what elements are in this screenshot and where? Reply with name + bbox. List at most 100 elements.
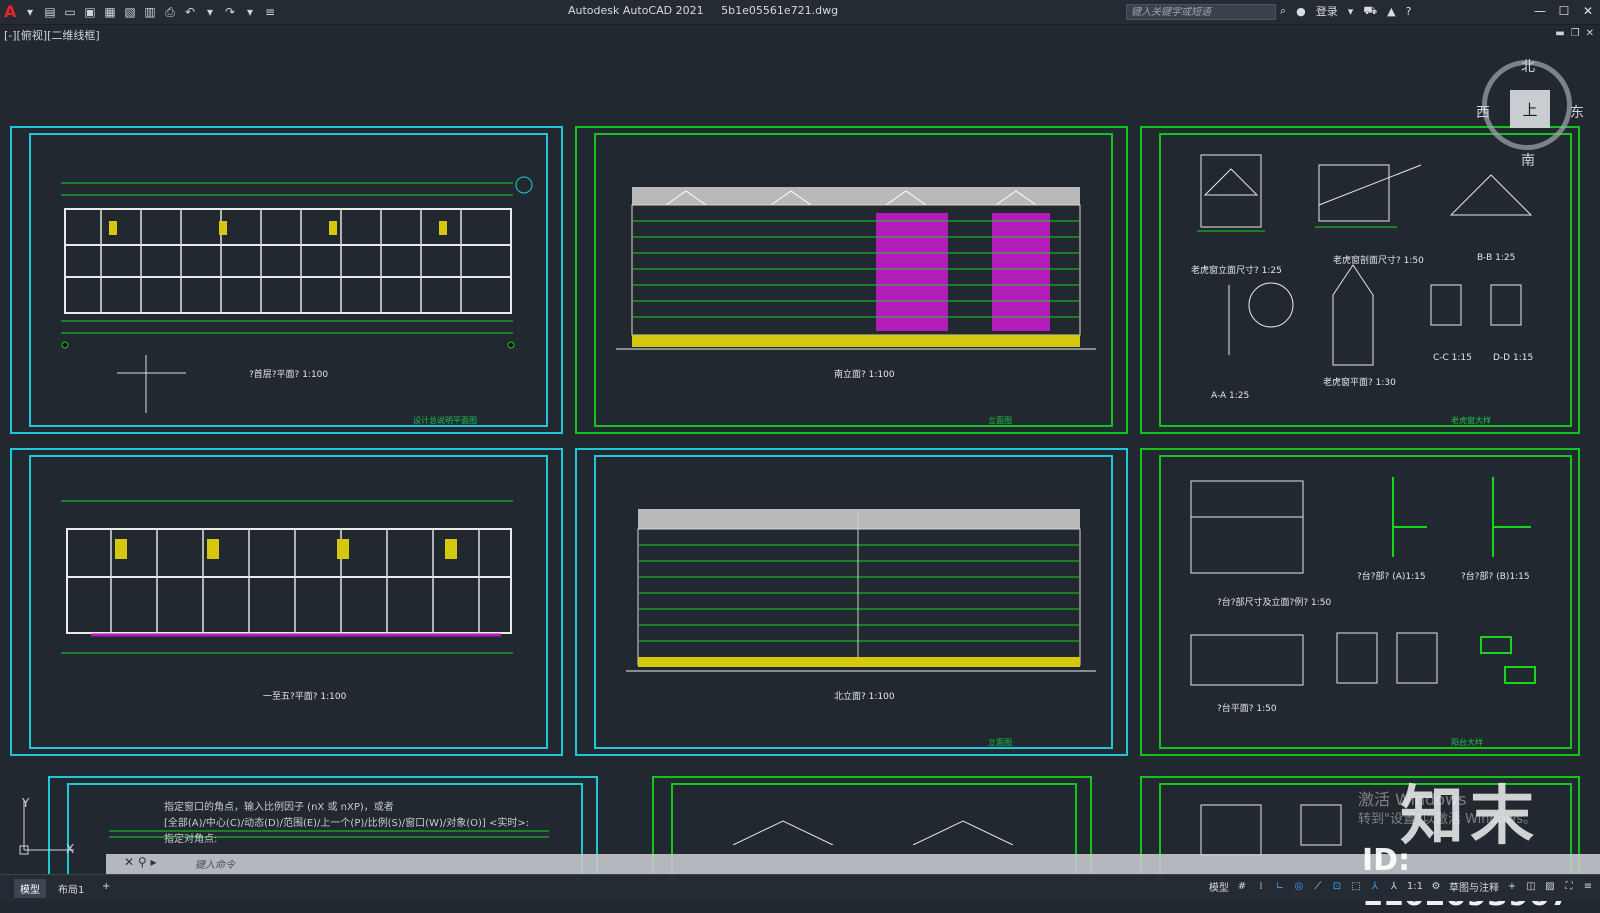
isolate-icon[interactable]: ◫: [1525, 881, 1537, 892]
fullscreen-icon[interactable]: ⛶: [1563, 881, 1575, 892]
viewport-minimize-icon[interactable]: ▬: [1555, 28, 1564, 39]
customize-icon[interactable]: ≡: [262, 4, 278, 20]
annotation-icon[interactable]: ⅄: [1369, 881, 1381, 892]
viewport-close-icon[interactable]: ✕: [1586, 28, 1594, 39]
a360-icon[interactable]: ▲: [1387, 5, 1395, 18]
hardware-icon[interactable]: ▨: [1544, 881, 1556, 892]
viewport-label[interactable]: [-][俯视][二维线框]: [4, 27, 100, 43]
sheet-caption: 一至五?平面? 1:100: [263, 692, 347, 702]
help-icon[interactable]: ?: [1406, 5, 1412, 18]
file-name: 5b1e05561e721.dwg: [721, 4, 839, 17]
annotation-scale[interactable]: 1:1: [1407, 881, 1423, 892]
viewcube-north[interactable]: 北: [1521, 56, 1535, 76]
tab-model[interactable]: 模型: [14, 879, 46, 898]
close-icon[interactable]: ✕: [1576, 0, 1600, 22]
sheet-ground-floor-plan[interactable]: ?首层?平面? 1:100 设计总说明平面图: [10, 126, 563, 434]
grid-icon[interactable]: #: [1236, 881, 1248, 892]
quick-access-toolbar: A ▾ ▤ ▭ ▣ ▦ ▧ ▥ ⎙ ↶ ▾ ↷ ▾ ≡: [0, 0, 278, 24]
maximize-icon[interactable]: ☐: [1552, 0, 1576, 22]
gear-icon[interactable]: ⚙: [1430, 881, 1442, 892]
customize-status-icon[interactable]: ≡: [1582, 881, 1594, 892]
polar-icon[interactable]: ◎: [1293, 881, 1305, 892]
login-link[interactable]: 登录: [1316, 3, 1338, 19]
caption-dormer-elevation: 老虎窗立面尺寸? 1:25: [1191, 266, 1282, 276]
sheet-typical-floor-plan[interactable]: 一至五?平面? 1:100: [10, 448, 563, 756]
sheet-inner-frame: 一至五?平面? 1:100: [29, 455, 548, 749]
viewcube-east[interactable]: 东: [1570, 102, 1584, 122]
saveas-icon[interactable]: ▦: [102, 4, 118, 20]
autocad-logo[interactable]: A: [4, 3, 18, 21]
sheet-title-label: 设计总说明平面图: [413, 416, 477, 425]
dropdown-icon[interactable]: ▾: [22, 4, 38, 20]
publish-icon[interactable]: ▧: [122, 4, 138, 20]
window-controls: — ☐ ✕: [1528, 0, 1600, 22]
caption-dormer-plan: 老虎窗平面? 1:30: [1323, 378, 1396, 388]
search-icon[interactable]: ⌕: [1280, 4, 1286, 18]
sheet-title-label: 立面图: [988, 416, 1012, 425]
add-layout-icon[interactable]: +: [96, 879, 116, 894]
undo-icon[interactable]: ↶: [182, 4, 198, 20]
caption-balcony-elevation: ?台?部尺寸及立面?例? 1:50: [1217, 598, 1332, 608]
minimize-icon[interactable]: —: [1528, 0, 1552, 22]
north-elevation-drawing: [626, 509, 1096, 672]
sheet-inner-frame: 北立面? 1:100 立面图: [594, 455, 1113, 749]
south-elevation-drawing: [616, 187, 1096, 350]
viewport-restore-icon[interactable]: ❐: [1571, 28, 1580, 39]
new-icon[interactable]: ▤: [42, 4, 58, 20]
caption-cc: C-C 1:15: [1433, 353, 1472, 363]
viewcube-west[interactable]: 西: [1476, 102, 1490, 122]
sheet-north-elevation[interactable]: 北立面? 1:100 立面图: [575, 448, 1128, 756]
caption-dd: D-D 1:15: [1493, 353, 1534, 363]
ortho-icon[interactable]: ∟: [1274, 881, 1286, 892]
command-close-icon[interactable]: ✕ ⚲ ▸: [124, 855, 157, 869]
command-history-line: 指定窗口的角点，输入比例因子 (nX 或 nXP)，或者: [164, 802, 394, 813]
viewcube-top-face[interactable]: 上: [1510, 90, 1550, 128]
caption-balcony-plan: ?台平面? 1:50: [1217, 704, 1277, 714]
osnap-icon[interactable]: ⊡: [1331, 881, 1343, 892]
caption-aa: A-A 1:25: [1211, 391, 1250, 401]
plot-preview-icon[interactable]: ▥: [142, 4, 158, 20]
sheet-inner-frame: ?台?部尺寸及立面?例? 1:50 ?台?部? (A)1:15 ?台?部? (B…: [1159, 455, 1572, 749]
model-space-toggle[interactable]: 模型: [1209, 879, 1229, 894]
undo-dropdown-icon[interactable]: ▾: [202, 4, 218, 20]
workspace-switch[interactable]: 草图与注释: [1449, 879, 1499, 894]
redo-dropdown-icon[interactable]: ▾: [242, 4, 258, 20]
sheet-south-elevation[interactable]: 南立面? 1:100 立面图: [575, 126, 1128, 434]
sheet-dormer-details[interactable]: 老虎窗立面尺寸? 1:25 老虎窗剖面尺寸? 1:50 B-B 1:25 A-A…: [1140, 126, 1580, 434]
cart-icon[interactable]: ⛟: [1363, 4, 1377, 19]
sheet-caption: 北立面? 1:100: [834, 692, 895, 702]
sheet-inner-frame: ?首层?平面? 1:100 设计总说明平面图: [29, 133, 548, 427]
command-history-line: 指定对角点:: [164, 834, 218, 845]
command-input[interactable]: 键入命令: [195, 856, 235, 871]
autoscale-icon[interactable]: ⅄: [1388, 881, 1400, 892]
header-tools: ⌕ ● 登录 ▾ ⛟ ▲ ?: [1280, 3, 1411, 19]
sheet-balcony-details[interactable]: ?台?部尺寸及立面?例? 1:50 ?台?部? (A)1:15 ?台?部? (B…: [1140, 448, 1580, 756]
sheet-caption: 南立面? 1:100: [834, 370, 895, 380]
command-history-line: [全部(A)/中心(C)/动态(D)/范围(E)/上一个(P)/比例(S)/窗口…: [164, 818, 530, 829]
drawing-canvas[interactable]: ?首层?平面? 1:100 设计总说明平面图 南立面? 1:100 立面图 老虎…: [0, 44, 1600, 893]
print-icon[interactable]: ⎙: [162, 4, 178, 20]
sheet-caption: ?首层?平面? 1:100: [249, 370, 329, 380]
app-title: Autodesk AutoCAD 2021: [568, 4, 704, 17]
caption-dormer-section: 老虎窗剖面尺寸? 1:50: [1333, 256, 1424, 266]
search-input[interactable]: 键入关键字或短语: [1126, 4, 1276, 20]
viewcube-south[interactable]: 南: [1521, 150, 1535, 170]
selection-icon[interactable]: ⬚: [1350, 881, 1362, 892]
sheet-inner-frame: 老虎窗立面尺寸? 1:25 老虎窗剖面尺寸? 1:50 B-B 1:25 A-A…: [1159, 133, 1572, 427]
user-icon[interactable]: ●: [1296, 5, 1306, 18]
sheet-title-label: 立面图: [988, 738, 1012, 747]
save-icon[interactable]: ▣: [82, 4, 98, 20]
login-dropdown-icon[interactable]: ▾: [1348, 5, 1354, 18]
redo-icon[interactable]: ↷: [222, 4, 238, 20]
sheet-inner-frame: 南立面? 1:100 立面图: [594, 133, 1113, 427]
status-bar: 模型 布局1 + 模型 # ⁞ ∟ ◎ ⟋ ⊡ ⬚ ⅄ ⅄ 1:1 ⚙ 草图与注…: [0, 874, 1600, 901]
tab-layout1[interactable]: 布局1: [52, 879, 90, 898]
snap-icon[interactable]: ⁞: [1255, 881, 1267, 892]
caption-balcony-a: ?台?部? (A)1:15: [1357, 572, 1426, 582]
caption-bb: B-B 1:25: [1477, 253, 1516, 263]
title-bar: A ▾ ▤ ▭ ▣ ▦ ▧ ▥ ⎙ ↶ ▾ ↷ ▾ ≡ Autodesk Aut…: [0, 0, 1600, 25]
command-history: 指定窗口的角点，输入比例因子 (nX 或 nXP)，或者 [全部(A)/中心(C…: [164, 800, 594, 848]
plus-icon[interactable]: +: [1506, 881, 1518, 892]
isodraft-icon[interactable]: ⟋: [1312, 881, 1324, 892]
open-icon[interactable]: ▭: [62, 4, 78, 20]
